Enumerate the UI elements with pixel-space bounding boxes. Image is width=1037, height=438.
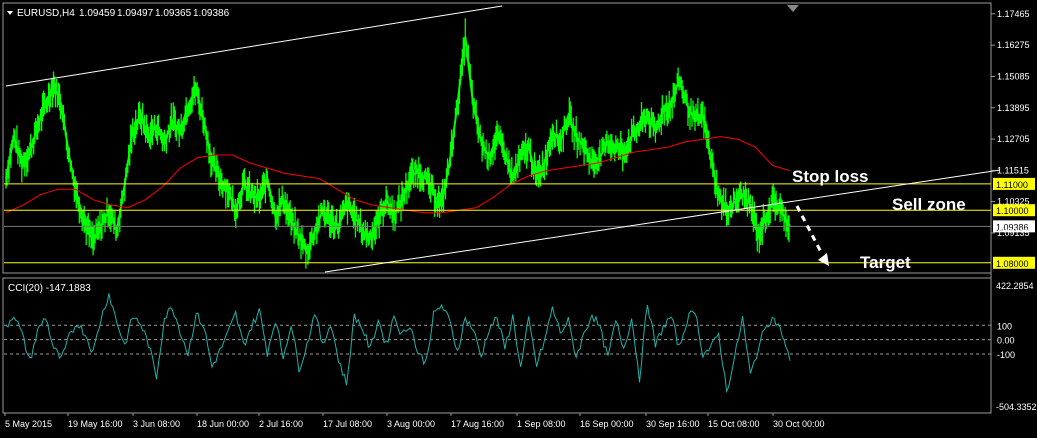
ohlc-open: 1.09459 [79, 8, 116, 19]
x-tick-label-10: 30 Sep 16:00 [646, 419, 700, 429]
x-tick-label-5: 17 Jul 08:00 [323, 419, 372, 429]
chart-svg[interactable]: 1.11000 1.10000 1.08000 1.09386 1.17465 1.162… [0, 0, 1037, 433]
x-tick-label-3: 18 Jun 00:00 [197, 419, 249, 429]
sell-zone-label: Sell zone [892, 195, 966, 214]
cci-level-label-0: 100 [997, 321, 1012, 331]
x-tick-label-9: 16 Sep 00:00 [580, 419, 634, 429]
y-tick-label-1: 1.16275 [997, 40, 1030, 50]
x-tick-label-7: 17 Aug 16:00 [451, 419, 504, 429]
y-tick-label-4: 1.12705 [997, 134, 1030, 144]
x-tick-label-8: 1 Sep 08:00 [517, 419, 566, 429]
cci-plot [4, 293, 991, 394]
target-arrow-line [795, 205, 824, 255]
cci-bottom-label: -504.3352 [996, 402, 1037, 412]
target-arrow-head [818, 253, 829, 266]
price-axis: 1.110001.100001.080001.093861.174651.162… [991, 9, 1035, 269]
y-tick-label-5: 1.11515 [997, 165, 1029, 175]
cci-axis: 100 0.00 -100 422.2854 -504.3352 [996, 281, 1037, 412]
cci-top-label: 422.2854 [996, 281, 1034, 291]
time-axis: 5 May 2015 19 May 16:00 3 Jun 08:00 18 Jun … [4, 413, 825, 429]
cci-label: CCI(20) -147.1883 [8, 283, 91, 294]
x-tick-label-0: 5 May 2015 [5, 419, 52, 429]
level-tag-text-2: 1.08000 [996, 259, 1029, 269]
x-tick-label-6: 3 Aug 00:00 [387, 419, 435, 429]
y-tick-label-3: 1.13895 [997, 103, 1030, 113]
level-tag-text-1: 1.10000 [996, 206, 1029, 216]
shift-marker-icon[interactable] [787, 5, 799, 12]
level-tag-text-0: 1.11000 [996, 180, 1028, 190]
x-tick-label-11: 15 Oct 08:00 [708, 419, 760, 429]
horizontal-levels [4, 183, 991, 264]
stop-loss-label: Stop loss [792, 167, 869, 186]
target-label: Target [860, 253, 911, 272]
ohlc-high: 1.09497 [117, 8, 154, 19]
y-tick-label-6: 1.10325 [997, 197, 1030, 207]
y-tick-label-0: 1.17465 [997, 9, 1030, 19]
cci-level-label-2: -100 [997, 350, 1015, 360]
y-tick-label-7: 1.09135 [997, 228, 1030, 238]
x-tick-label-12: 30 Oct 00:00 [773, 419, 825, 429]
symbol-label: EURUSD,H4 [17, 8, 75, 19]
cci-pane-frame [2, 277, 992, 414]
y-tick-label-2: 1.15085 [997, 71, 1030, 81]
x-tick-label-4: 2 Jul 16:00 [259, 419, 303, 429]
cci-line [5, 293, 791, 394]
cci-level-label-1: 0.00 [997, 336, 1015, 346]
x-tick-label-1: 19 May 16:00 [68, 419, 123, 429]
ohlc-low: 1.09365 [155, 8, 192, 19]
x-tick-label-2: 3 Jun 08:00 [133, 419, 180, 429]
ohlc-close: 1.09386 [193, 8, 230, 19]
price-plot [5, 18, 791, 269]
mt4-chart-window: 1.11000 1.10000 1.08000 1.09386 1.17465 1.162… [0, 0, 1037, 433]
triangle-down-icon[interactable] [7, 11, 13, 15]
